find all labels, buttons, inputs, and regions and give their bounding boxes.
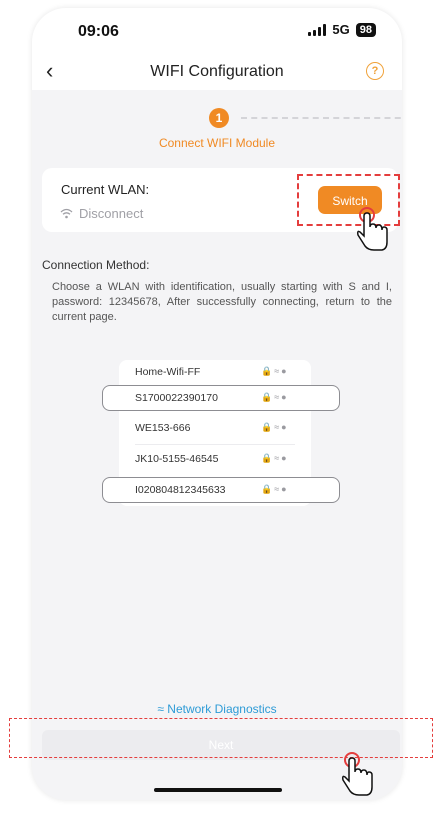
network-diagnostics-link[interactable]: ≈ Network Diagnostics bbox=[32, 702, 402, 716]
current-wlan-title: Current WLAN: bbox=[61, 182, 150, 197]
status-time: 09:06 bbox=[78, 23, 119, 40]
wifi-list-item: WE153-666 🔒≈● bbox=[119, 416, 311, 440]
step-progress-line bbox=[241, 117, 402, 119]
wifi-list-item: JK10-5155-46545 🔒≈● bbox=[119, 447, 311, 471]
battery-icon: 98 bbox=[355, 22, 376, 37]
diagnostics-icon: ≈ bbox=[157, 702, 164, 716]
tap-hand-icon bbox=[357, 207, 388, 251]
phone-screen: 09:06 5G 98 ‹ WIFI Configuration ? 1 Con… bbox=[32, 8, 402, 800]
wifi-name: WE153-666 bbox=[135, 422, 191, 434]
status-indicators: 5G 98 bbox=[308, 22, 376, 37]
lock-wifi-info-icon: 🔒≈● bbox=[261, 422, 289, 432]
lock-wifi-info-icon: 🔒≈● bbox=[261, 392, 289, 402]
page-title: WIFI Configuration bbox=[150, 63, 284, 80]
wlan-status: Disconnect bbox=[60, 206, 143, 221]
row-divider bbox=[135, 444, 295, 445]
lock-wifi-info-icon: 🔒≈● bbox=[261, 484, 289, 494]
wlan-status-text: Disconnect bbox=[79, 206, 144, 221]
step-label: Connect WIFI Module bbox=[158, 136, 276, 150]
lock-wifi-info-icon: 🔒≈● bbox=[261, 453, 289, 463]
wifi-name: S1700022390170 bbox=[135, 392, 218, 404]
wifi-list-item-highlighted[interactable]: S1700022390170 🔒≈● bbox=[102, 385, 340, 411]
wifi-name: JK10-5155-46545 bbox=[135, 453, 219, 465]
step-indicator: 1 Connect WIFI Module bbox=[32, 92, 402, 162]
tap-hand-icon bbox=[342, 752, 373, 796]
step-number: 1 bbox=[209, 108, 229, 128]
wifi-name: I020804812345633 bbox=[135, 484, 226, 496]
wifi-list: Home-Wifi-FF 🔒≈● S1700022390170 🔒≈● WE15… bbox=[102, 360, 340, 506]
signal-icon bbox=[308, 23, 327, 36]
wifi-icon bbox=[60, 208, 73, 219]
status-bar: 09:06 5G 98 bbox=[32, 8, 402, 54]
lock-wifi-info-icon: 🔒≈● bbox=[261, 366, 289, 376]
diagnostics-label: Network Diagnostics bbox=[167, 702, 277, 716]
help-icon[interactable]: ? bbox=[366, 62, 384, 80]
wifi-list-item: Home-Wifi-FF 🔒≈● bbox=[119, 360, 311, 384]
network-type: 5G bbox=[332, 22, 350, 37]
connection-method-title: Connection Method: bbox=[42, 258, 150, 272]
navigation-bar: ‹ WIFI Configuration ? bbox=[32, 54, 402, 90]
connection-method-description: Choose a WLAN with identification, usual… bbox=[52, 281, 392, 323]
wifi-name: Home-Wifi-FF bbox=[135, 366, 201, 378]
home-indicator bbox=[154, 788, 282, 792]
wifi-list-item-highlighted[interactable]: I020804812345633 🔒≈● bbox=[102, 477, 340, 503]
